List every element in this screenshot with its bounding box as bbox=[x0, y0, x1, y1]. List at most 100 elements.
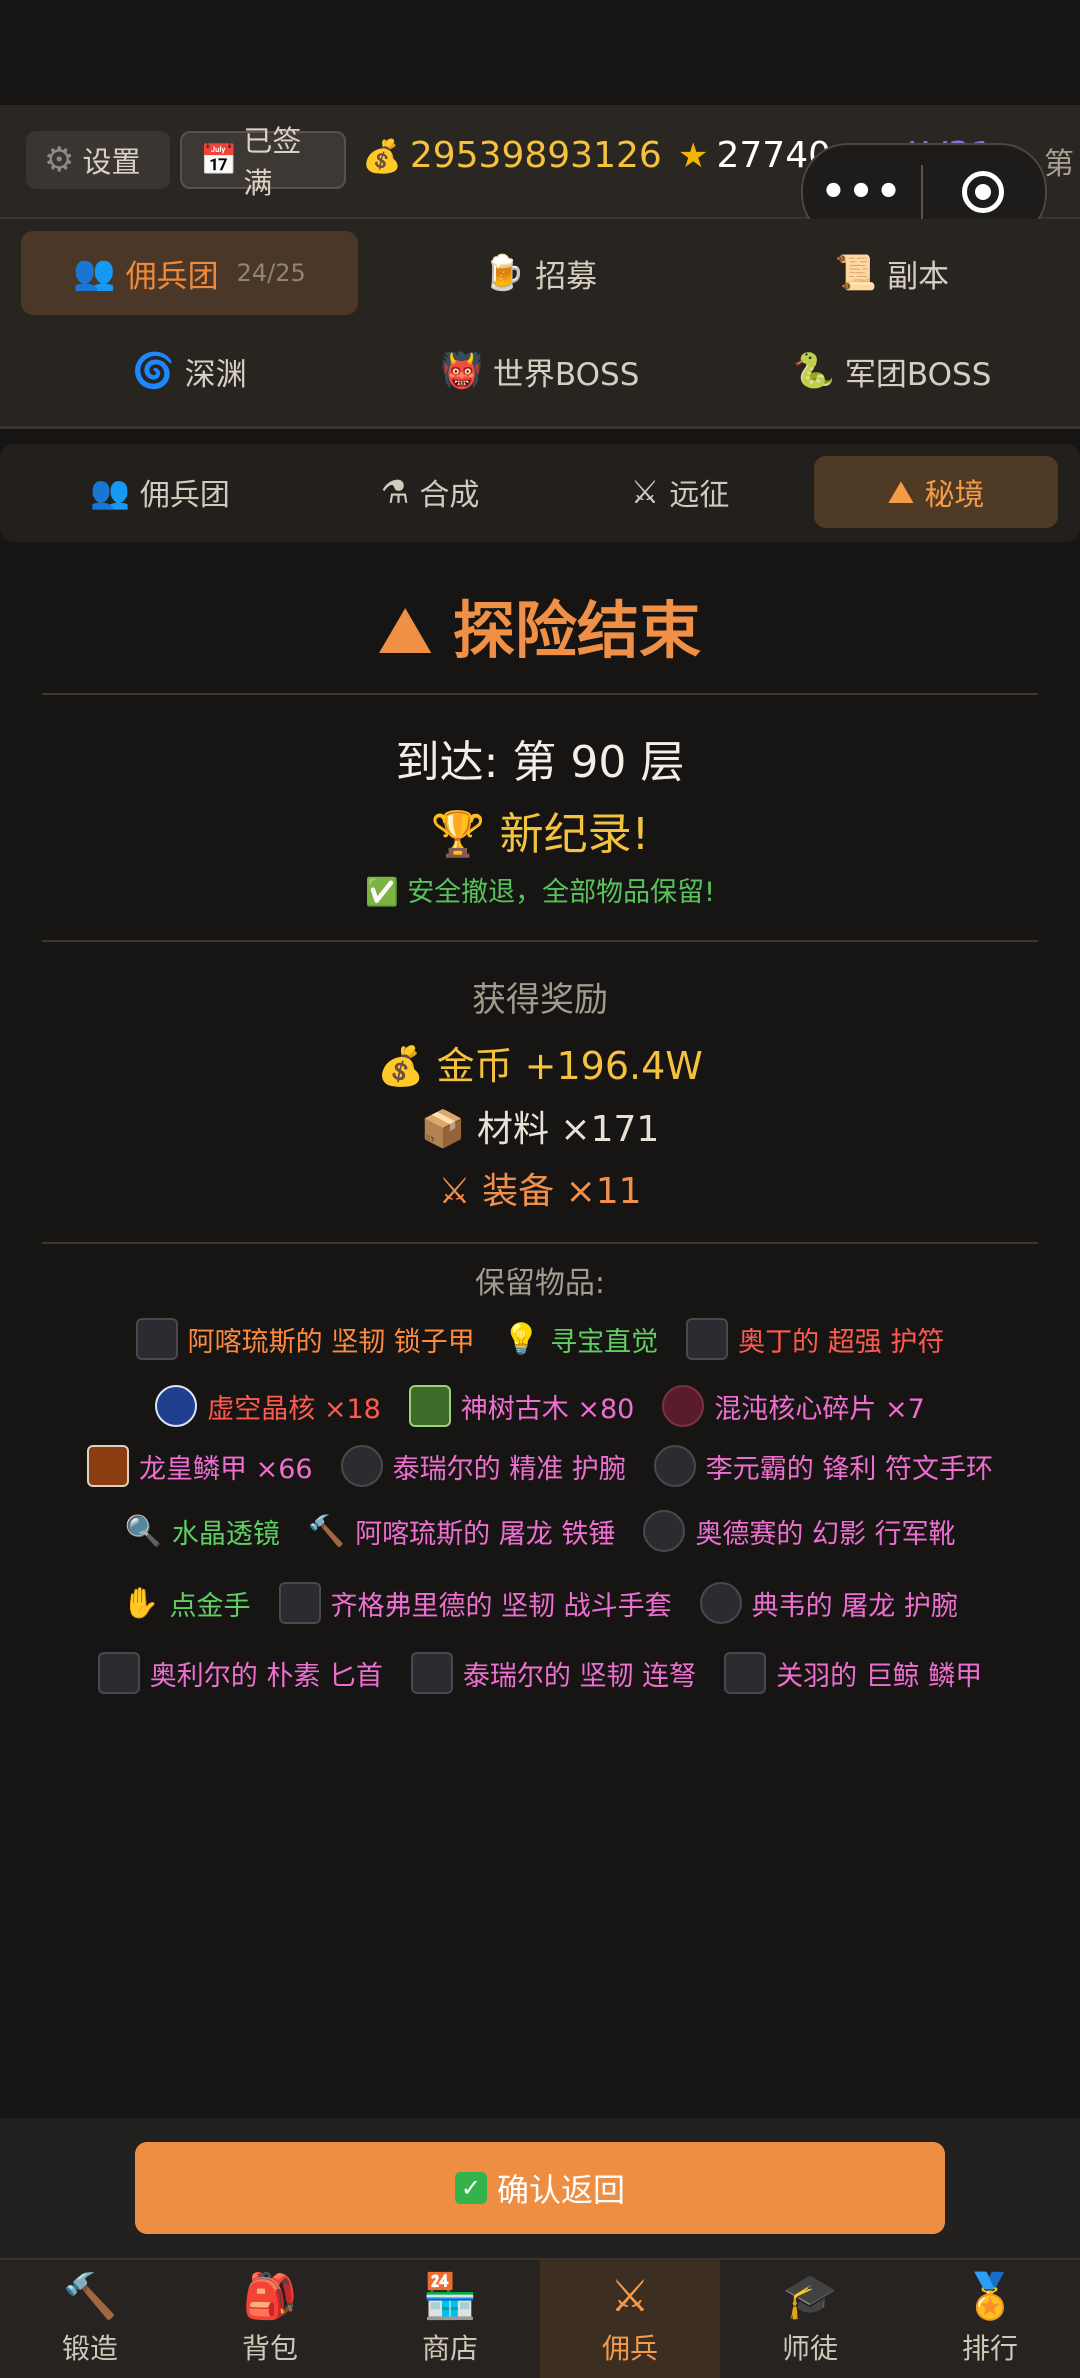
settings-button[interactable]: ⚙ 设置 bbox=[26, 131, 170, 189]
close-miniprogram-button[interactable] bbox=[923, 171, 1043, 213]
kept-item[interactable]: 奥利尔的 朴素 匕首 bbox=[97, 1652, 383, 1694]
more-options-button[interactable]: ••• bbox=[803, 169, 921, 215]
kept-item[interactable]: 虚空晶核 ×18 bbox=[155, 1385, 381, 1427]
void-crystal-icon bbox=[155, 1385, 198, 1427]
nav-abyss-tab[interactable]: 🌀 深渊 bbox=[21, 329, 358, 413]
kept-item[interactable]: 🔨 阿喀琉斯的 屠龙 铁锤 bbox=[308, 1512, 616, 1551]
new-record: 🏆 新纪录! bbox=[0, 798, 1080, 862]
result-title: ⛰ 探险结束 bbox=[0, 580, 1080, 670]
kept-item[interactable]: 泰瑞尔的 精准 护腕 bbox=[340, 1445, 626, 1487]
kept-item-label: 混沌核心碎片 ×7 bbox=[714, 1393, 925, 1425]
tab-secret-realm-label: 秘境 bbox=[924, 478, 985, 513]
kept-item-label: 奥利尔的 朴素 匕首 bbox=[149, 1660, 383, 1692]
tab-forge[interactable]: 🔨 锻造 bbox=[0, 2260, 180, 2378]
tab-ranking-label: 排行 bbox=[961, 2332, 1018, 2365]
kept-item-label: 李元霸的 锋利 符文手环 bbox=[705, 1453, 993, 1485]
bracer-icon bbox=[340, 1445, 383, 1487]
kept-item[interactable]: ✋ 点金手 bbox=[122, 1584, 250, 1623]
kept-item-label: 寻宝直觉 bbox=[550, 1326, 659, 1358]
kept-item[interactable]: 奥德赛的 幻影 行军靴 bbox=[643, 1510, 956, 1552]
nav-world-boss-label: 世界BOSS bbox=[492, 356, 640, 393]
kept-items-row: ✋ 点金手 齐格弗里德的 坚韧 战斗手套 典韦的 屠龙 护腕 bbox=[0, 1582, 1080, 1624]
nav-abyss-label: 深渊 bbox=[184, 356, 247, 393]
scale-armor-icon bbox=[724, 1652, 767, 1694]
tab-backpack-label: 背包 bbox=[241, 2332, 298, 2365]
kept-items-row: 龙皇鳞甲 ×66 泰瑞尔的 精准 护腕 李元霸的 锋利 符文手环 bbox=[0, 1445, 1080, 1487]
calendar-icon: 📅 bbox=[200, 142, 238, 178]
sub-nav: 👥 佣兵团 ⚗ 合成 ⚔ 远征 ⛰ 秘境 bbox=[0, 444, 1080, 542]
armor-icon bbox=[135, 1318, 178, 1360]
rune-bracelet-icon bbox=[653, 1445, 696, 1487]
shop-icon: 🏪 bbox=[422, 2271, 478, 2322]
sign-in-button[interactable]: 📅 已签满 bbox=[180, 124, 346, 200]
reward-material: 📦 材料 ×171 bbox=[0, 1100, 1080, 1152]
tab-shop[interactable]: 🏪 商店 bbox=[360, 2260, 540, 2378]
reward-gold: 💰 金币 +196.4W bbox=[0, 1035, 1080, 1090]
kept-item-label: 齐格弗里德的 坚韧 战斗手套 bbox=[330, 1590, 672, 1622]
reward-material-text: 材料 ×171 bbox=[476, 1109, 660, 1150]
check-icon: ✅ bbox=[364, 877, 399, 908]
target-icon bbox=[962, 171, 1004, 213]
nav-dungeon-tab[interactable]: 📜 副本 bbox=[730, 231, 1054, 315]
kept-items-row: 🔍 水晶透镜 🔨 阿喀琉斯的 屠龙 铁锤 奥德赛的 幻影 行军靴 bbox=[0, 1510, 1080, 1552]
kept-item[interactable]: 奥丁的 超强 护符 bbox=[686, 1318, 944, 1360]
kept-item[interactable]: 齐格弗里德的 坚韧 战斗手套 bbox=[278, 1582, 672, 1624]
kept-item[interactable]: 关羽的 巨鲸 鳞甲 bbox=[724, 1652, 982, 1694]
nav-legion-boss-tab[interactable]: 🐍 军团BOSS bbox=[730, 329, 1054, 413]
lightbulb-icon: 💡 bbox=[502, 1321, 541, 1357]
tab-mentorship-label: 师徒 bbox=[781, 2332, 838, 2365]
settings-label: 设置 bbox=[82, 145, 141, 179]
confirm-return-label: 确认返回 bbox=[496, 2171, 625, 2209]
kept-item[interactable]: 李元霸的 锋利 符文手环 bbox=[653, 1445, 993, 1487]
rewards-heading: 获得奖励 bbox=[472, 980, 608, 1020]
nav-world-boss-tab[interactable]: 👹 世界BOSS bbox=[378, 329, 702, 413]
kept-item[interactable]: 神树古木 ×80 bbox=[408, 1385, 634, 1427]
kept-item[interactable]: 典韦的 屠龙 护腕 bbox=[699, 1582, 958, 1624]
crossed-swords-icon: ⚔ bbox=[630, 473, 660, 511]
crossed-swords-icon: ⚔ bbox=[610, 2271, 650, 2322]
tab-ranking[interactable]: 🏅 排行 bbox=[900, 2260, 1080, 2378]
main-nav: 👥 佣兵团 24/25 🍺 招募 📜 副本 🌀 深渊 👹 世界BOSS 🐍 军团… bbox=[0, 219, 1080, 429]
tab-synthesis[interactable]: ⚗ 合成 bbox=[310, 456, 550, 528]
amulet-icon bbox=[686, 1318, 729, 1360]
divider bbox=[42, 693, 1038, 695]
tab-mercenary-label: 佣兵团 bbox=[139, 478, 230, 513]
kept-item-label: 龙皇鳞甲 ×66 bbox=[139, 1453, 313, 1485]
tab-secret-realm[interactable]: ⛰ 秘境 bbox=[814, 456, 1058, 528]
kept-item[interactable]: 阿喀琉斯的 坚韧 锁子甲 bbox=[135, 1318, 475, 1360]
trophy-icon: 🏆 bbox=[430, 809, 486, 860]
gold-amount: 29539893126 bbox=[409, 135, 662, 176]
tab-mercenary-label: 佣兵 bbox=[601, 2332, 658, 2365]
new-record-text: 新纪录! bbox=[499, 809, 650, 860]
tab-synthesis-label: 合成 bbox=[419, 478, 480, 513]
kept-item[interactable]: 🔍 水晶透镜 bbox=[124, 1512, 279, 1551]
boots-icon bbox=[643, 1510, 686, 1552]
tab-mercenary[interactable]: 👥 佣兵团 bbox=[40, 456, 280, 528]
kept-item[interactable]: 混沌核心碎片 ×7 bbox=[662, 1385, 925, 1427]
truncated-stat: 第 bbox=[1044, 147, 1074, 182]
signed-label: 已签满 bbox=[243, 124, 302, 200]
kept-item-label: 泰瑞尔的 精准 护腕 bbox=[392, 1453, 626, 1485]
nav-recruit-label: 招募 bbox=[535, 258, 598, 295]
result-title-text: 探险结束 bbox=[452, 594, 701, 667]
tab-mentorship[interactable]: 🎓 师徒 bbox=[720, 2260, 900, 2378]
nav-recruit-tab[interactable]: 🍺 招募 bbox=[378, 231, 702, 315]
status-bar bbox=[0, 0, 1080, 105]
star-icon: ★ bbox=[678, 135, 709, 176]
tab-backpack[interactable]: 🎒 背包 bbox=[180, 2260, 360, 2378]
confirm-return-button[interactable]: ✓ 确认返回 bbox=[135, 2142, 945, 2234]
divider bbox=[42, 1242, 1038, 1244]
hammer-icon: 🔨 bbox=[62, 2271, 118, 2322]
tab-shop-label: 商店 bbox=[421, 2332, 478, 2365]
mercenary-icon: 👥 bbox=[73, 253, 116, 293]
flask-icon: ⚗ bbox=[380, 473, 410, 511]
kept-item[interactable]: 泰瑞尔的 坚韧 连弩 bbox=[410, 1652, 696, 1694]
bottom-tab-bar: 🔨 锻造 🎒 背包 🏪 商店 ⚔ 佣兵 🎓 师徒 🏅 排行 bbox=[0, 2258, 1080, 2378]
kept-item[interactable]: 💡 寻宝直觉 bbox=[503, 1320, 658, 1359]
hand-icon: ✋ bbox=[122, 1585, 160, 1621]
nav-mercenary-tab[interactable]: 👥 佣兵团 24/25 bbox=[21, 231, 358, 315]
kept-item[interactable]: 龙皇鳞甲 ×66 bbox=[87, 1445, 313, 1487]
tab-mercenary[interactable]: ⚔ 佣兵 bbox=[540, 2260, 720, 2378]
tab-expedition[interactable]: ⚔ 远征 bbox=[560, 456, 800, 528]
package-icon: 📦 bbox=[420, 1109, 466, 1150]
